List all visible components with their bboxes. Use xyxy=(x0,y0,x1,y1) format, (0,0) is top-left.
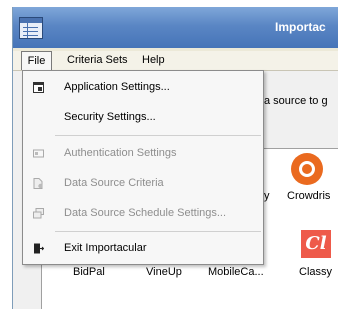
data-source-label-mobilecause[interactable]: MobileCa... xyxy=(208,266,264,278)
menu-item-authentication-settings[interactable]: Authentication Settings xyxy=(23,141,263,167)
menu-item-label: Application Settings... xyxy=(64,81,170,93)
menu-item-data-source-schedule-settings[interactable]: Data Source Schedule Settings... xyxy=(23,201,263,227)
exit-door-icon xyxy=(34,243,44,254)
data-source-hint: a source to g xyxy=(264,95,328,107)
windows-icon xyxy=(33,208,44,219)
menu-separator xyxy=(55,231,261,232)
data-source-label-crowdrise[interactable]: Crowdris xyxy=(287,190,330,202)
menu-item-label: Security Settings... xyxy=(64,111,156,123)
menu-bar: File Criteria Sets Help xyxy=(13,51,338,71)
menu-item-label: Data Source Schedule Settings... xyxy=(64,207,227,219)
document-gear-icon xyxy=(33,178,43,189)
menu-item-application-settings[interactable]: Application Settings... xyxy=(23,75,263,101)
id-card-icon xyxy=(33,149,44,158)
menu-item-data-source-criteria[interactable]: Data Source Criteria xyxy=(23,171,263,197)
crowdrise-logo-icon[interactable] xyxy=(291,153,323,185)
data-source-label-bidpal[interactable]: BidPal xyxy=(73,266,105,278)
menu-separator xyxy=(55,135,261,136)
data-source-label-vineup[interactable]: VineUp xyxy=(146,266,182,278)
window-title: Importac xyxy=(275,20,326,34)
data-source-label-classy[interactable]: Classy xyxy=(299,266,332,278)
menu-item-label: Authentication Settings xyxy=(64,147,177,159)
window-icon xyxy=(33,82,44,93)
app-icon xyxy=(19,17,43,39)
classy-logo-icon[interactable]: Cl xyxy=(301,230,331,258)
file-menu-dropdown: Application Settings... Security Setting… xyxy=(22,70,264,265)
title-bar: Importac xyxy=(13,7,338,48)
data-source-label[interactable]: y xyxy=(264,190,270,202)
menu-item-security-settings[interactable]: Security Settings... xyxy=(23,105,263,131)
menu-item-label: Data Source Criteria xyxy=(64,177,164,189)
menu-item-label: Exit Importacular xyxy=(64,242,147,254)
menu-criteria-sets[interactable]: Criteria Sets xyxy=(67,51,128,70)
menu-item-exit[interactable]: Exit Importacular xyxy=(23,236,263,262)
menu-help[interactable]: Help xyxy=(142,51,165,70)
menu-file[interactable]: File xyxy=(21,51,52,70)
